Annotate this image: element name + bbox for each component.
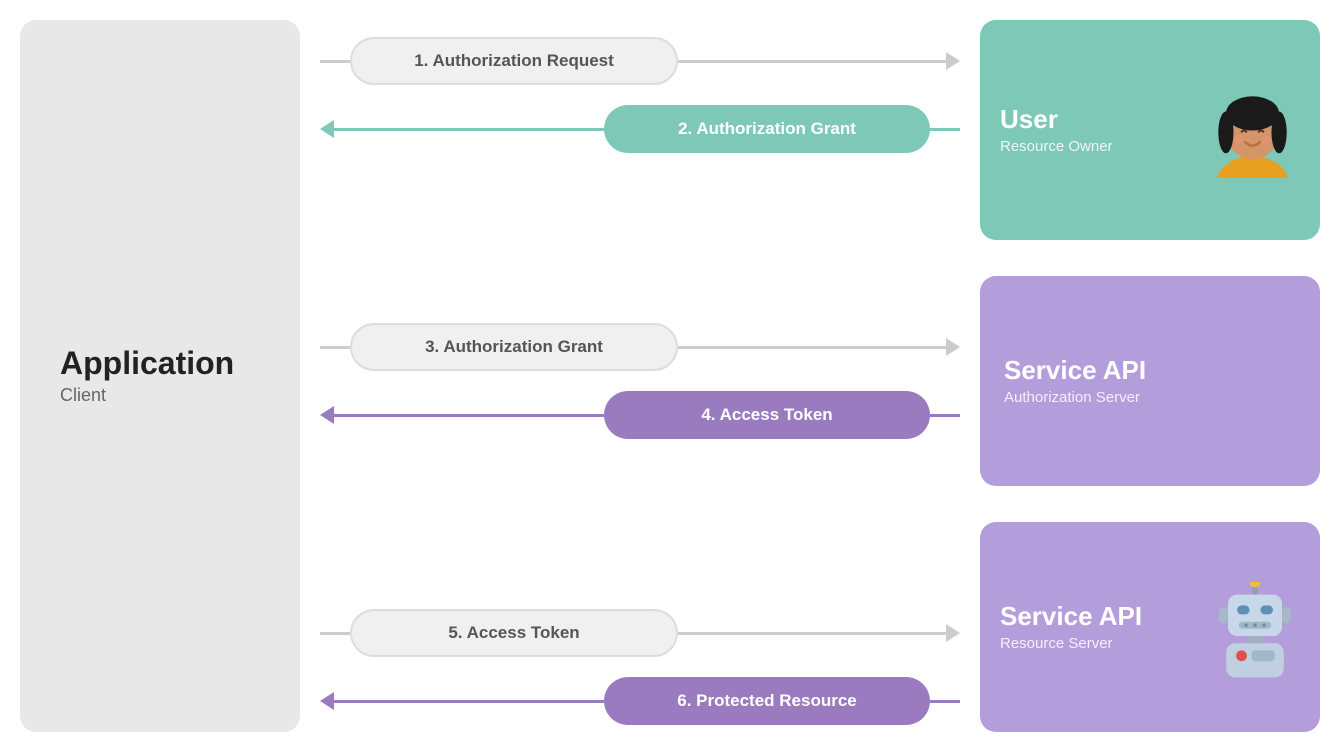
- auth-server-panel: Service API Authorization Server: [980, 276, 1320, 486]
- resource-server-subtitle: Resource Server: [1000, 635, 1198, 652]
- step1-arrow: [946, 52, 960, 70]
- flows-wrapper: 1. Authorization Request 2. Authorizatio…: [320, 25, 960, 727]
- auth-server-title: Service API: [1004, 356, 1296, 385]
- step1-pill: 1. Authorization Request: [350, 37, 678, 85]
- user-panel-text: User Resource Owner: [1000, 105, 1193, 155]
- user-avatar-svg: [1205, 83, 1300, 178]
- step2-arrow: [320, 120, 334, 138]
- client-panel: Application Client: [20, 20, 300, 732]
- step3-arrow: [946, 338, 960, 356]
- middle-section: 1. Authorization Request 2. Authorizatio…: [300, 0, 980, 752]
- step3-label: 3. Authorization Grant: [425, 337, 603, 357]
- resource-server-title: Service API: [1000, 602, 1198, 631]
- step5-pill: 5. Access Token: [350, 609, 678, 657]
- robot-svg: [1210, 582, 1300, 681]
- step3-line-right: [678, 346, 946, 349]
- flow-group-2: 3. Authorization Grant 4. Access Token: [320, 321, 960, 441]
- auth-server-subtitle: Authorization Server: [1004, 389, 1296, 406]
- step4-row: 4. Access Token: [320, 389, 960, 441]
- step5-row: 5. Access Token: [320, 607, 960, 659]
- step6-line-right: [930, 700, 960, 703]
- resource-server-text: Service API Resource Server: [1000, 602, 1198, 652]
- step6-label: 6. Protected Resource: [677, 691, 857, 711]
- step6-pill: 6. Protected Resource: [604, 677, 930, 725]
- step5-arrow: [946, 624, 960, 642]
- step3-pill: 3. Authorization Grant: [350, 323, 678, 371]
- step1-label: 1. Authorization Request: [414, 51, 614, 71]
- step4-line-right: [930, 414, 960, 417]
- user-panel-subtitle: Resource Owner: [1000, 138, 1193, 155]
- diagram-container: Application Client 1. Authorization Requ…: [0, 0, 1340, 752]
- user-avatar: [1205, 83, 1300, 178]
- flow-group-1: 1. Authorization Request 2. Authorizatio…: [320, 35, 960, 155]
- step5-label: 5. Access Token: [448, 623, 579, 643]
- step5-line-left: [320, 632, 350, 635]
- client-subtitle: Client: [60, 385, 106, 406]
- resource-server-panel: Service API Resource Server: [980, 522, 1320, 732]
- step2-pill: 2. Authorization Grant: [604, 105, 930, 153]
- step1-line-left: [320, 60, 350, 63]
- step1-row: 1. Authorization Request: [320, 35, 960, 87]
- step2-label: 2. Authorization Grant: [678, 119, 856, 139]
- step3-row: 3. Authorization Grant: [320, 321, 960, 373]
- step4-label: 4. Access Token: [701, 405, 832, 425]
- step2-row: 2. Authorization Grant: [320, 103, 960, 155]
- step4-pill: 4. Access Token: [604, 391, 930, 439]
- right-panels-wrapper: User Resource Owner: [980, 20, 1320, 732]
- step1-line-right: [678, 60, 946, 63]
- step5-line-right: [678, 632, 946, 635]
- auth-server-text: Service API Authorization Server: [1004, 356, 1296, 406]
- step6-row: 6. Protected Resource: [320, 675, 960, 727]
- step6-arrow: [320, 692, 334, 710]
- step2-line-left: [334, 128, 604, 131]
- right-section: User Resource Owner: [980, 0, 1340, 752]
- flow-group-3: 5. Access Token 6. Protected Resource: [320, 607, 960, 727]
- step4-arrow: [320, 406, 334, 424]
- user-panel-title: User: [1000, 105, 1193, 134]
- robot-avatar: [1210, 582, 1300, 672]
- step2-line-right: [930, 128, 960, 131]
- step6-line-left: [334, 700, 604, 703]
- step4-line-left: [334, 414, 604, 417]
- step3-line-left: [320, 346, 350, 349]
- client-title: Application: [60, 346, 234, 381]
- user-panel: User Resource Owner: [980, 20, 1320, 240]
